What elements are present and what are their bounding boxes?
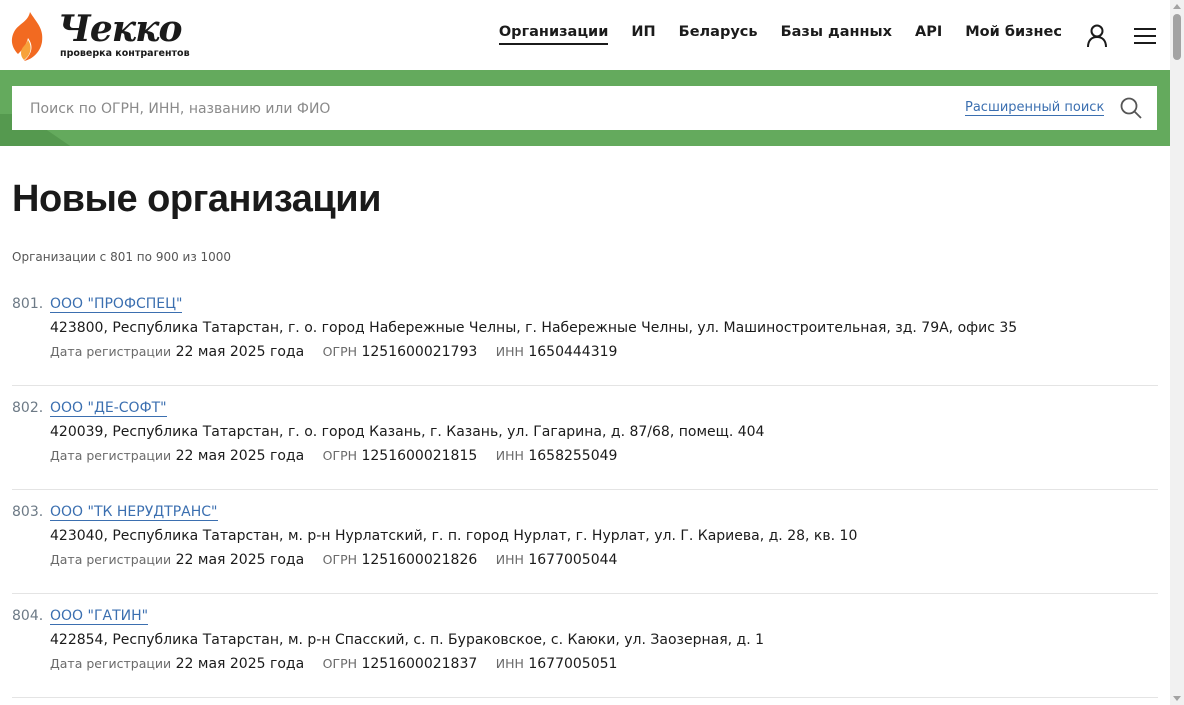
main-nav: Организации ИП Беларусь Базы данных API … <box>498 24 1062 45</box>
ogrn-value: 1251600021793 <box>361 344 478 360</box>
organization-address: 423040, Республика Татарстан, м. р-н Нур… <box>50 528 858 544</box>
inn-label: ИНН <box>495 656 524 671</box>
results-range: Организации с 801 по 900 из 1000 <box>12 250 232 264</box>
reg-date-label: Дата регистрации <box>50 656 172 671</box>
ogrn-value: 1251600021837 <box>361 656 478 672</box>
organization-meta: Дата регистрации 22 мая 2025 года ОГРН 1… <box>50 656 631 672</box>
flame-logo-icon <box>11 12 43 61</box>
inn-label: ИНН <box>495 344 524 359</box>
scroll-down-arrow-icon[interactable] <box>1173 696 1181 701</box>
scroll-up-arrow-icon[interactable] <box>1173 4 1181 9</box>
reg-date-value: 22 мая 2025 года <box>175 656 305 672</box>
user-icon[interactable] <box>1086 24 1108 48</box>
menu-icon[interactable] <box>1134 27 1156 45</box>
organization-meta: Дата регистрации 22 мая 2025 года ОГРН 1… <box>50 344 631 360</box>
nav-my-business[interactable]: Мой бизнес <box>965 24 1062 45</box>
site-header: Чекко проверка контрагентов Организации … <box>0 0 1170 70</box>
ogrn-label: ОГРН <box>322 448 358 463</box>
search-box: Расширенный поиск <box>12 86 1157 132</box>
logo-wordmark: Чекко <box>58 8 183 50</box>
reg-date-value: 22 мая 2025 года <box>175 344 305 360</box>
ogrn-label: ОГРН <box>322 552 358 567</box>
logo-subtitle: проверка контрагентов <box>60 48 190 59</box>
inn-label: ИНН <box>495 448 524 463</box>
nav-ip[interactable]: ИП <box>631 24 655 45</box>
inn-value: 1650444319 <box>528 344 618 360</box>
search-icon[interactable] <box>1120 97 1142 119</box>
organization-link[interactable]: ООО "ГАТИН" <box>50 608 149 625</box>
nav-api[interactable]: API <box>915 24 942 45</box>
scroll-thumb[interactable] <box>1173 14 1181 60</box>
organization-meta: Дата регистрации 22 мая 2025 года ОГРН 1… <box>50 448 631 464</box>
list-item: 803. ООО "ТК НЕРУДТРАНС" 423040, Республ… <box>12 490 1158 594</box>
inn-value: 1658255049 <box>528 448 618 464</box>
organization-link[interactable]: ООО "ТК НЕРУДТРАНС" <box>50 504 218 521</box>
search-input[interactable] <box>28 86 932 132</box>
organization-link[interactable]: ООО "ПРОФСПЕЦ" <box>50 296 183 313</box>
list-item: 802. ООО "ДЕ-СОФТ" 420039, Республика Та… <box>12 386 1158 490</box>
ogrn-label: ОГРН <box>322 656 358 671</box>
organization-list: 801. ООО "ПРОФСПЕЦ" 423800, Республика Т… <box>12 282 1158 698</box>
logo[interactable]: Чекко проверка контрагентов <box>10 8 200 62</box>
ogrn-value: 1251600021826 <box>361 552 478 568</box>
organization-address: 422854, Республика Татарстан, м. р-н Спа… <box>50 632 765 648</box>
reg-date-value: 22 мая 2025 года <box>175 552 305 568</box>
nav-organizations[interactable]: Организации <box>498 24 609 45</box>
page-title: Новые организации <box>12 178 381 220</box>
advanced-search-link[interactable]: Расширенный поиск <box>965 100 1105 116</box>
inn-value: 1677005044 <box>528 552 618 568</box>
page-scrollbar[interactable] <box>1170 0 1184 705</box>
item-number: 802. <box>12 400 44 416</box>
list-item: 801. ООО "ПРОФСПЕЦ" 423800, Республика Т… <box>12 282 1158 386</box>
organization-link[interactable]: ООО "ДЕ-СОФТ" <box>50 400 167 417</box>
reg-date-label: Дата регистрации <box>50 552 172 567</box>
nav-databases[interactable]: Базы данных <box>781 24 892 45</box>
ogrn-label: ОГРН <box>322 344 358 359</box>
item-number: 801. <box>12 296 44 312</box>
nav-belarus[interactable]: Беларусь <box>679 24 758 45</box>
inn-label: ИНН <box>495 552 524 567</box>
organization-address: 420039, Республика Татарстан, г. о. горо… <box>50 424 765 440</box>
list-item: 804. ООО "ГАТИН" 422854, Республика Тата… <box>12 594 1158 698</box>
item-number: 804. <box>12 608 44 624</box>
organization-address: 423800, Республика Татарстан, г. о. горо… <box>50 320 1018 336</box>
reg-date-label: Дата регистрации <box>50 448 172 463</box>
item-number: 803. <box>12 504 44 520</box>
reg-date-value: 22 мая 2025 года <box>175 448 305 464</box>
reg-date-label: Дата регистрации <box>50 344 172 359</box>
ogrn-value: 1251600021815 <box>361 448 478 464</box>
search-band: Расширенный поиск <box>0 70 1170 146</box>
organization-meta: Дата регистрации 22 мая 2025 года ОГРН 1… <box>50 552 631 568</box>
inn-value: 1677005051 <box>528 656 618 672</box>
